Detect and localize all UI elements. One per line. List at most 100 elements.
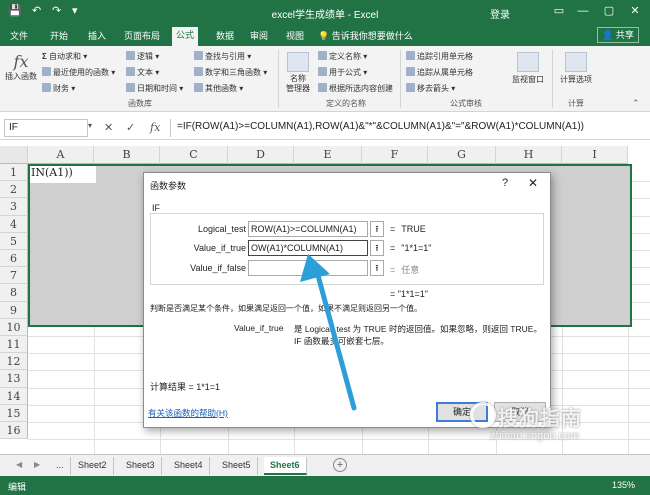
cancel-icon[interactable]: ✕: [104, 121, 113, 134]
row-header[interactable]: 6: [0, 250, 28, 268]
datetime-button[interactable]: 日期和时间 ▾: [126, 83, 183, 94]
row-header[interactable]: 14: [0, 387, 28, 405]
remove-arrows-button[interactable]: 移去箭头 ▾: [406, 83, 455, 94]
fx-icon[interactable]: fx: [150, 121, 160, 134]
sheet-tab[interactable]: Sheet2: [72, 457, 114, 475]
insert-function-button[interactable]: fx 插入函数: [4, 52, 38, 82]
column-header[interactable]: C: [160, 146, 228, 164]
function-help-link[interactable]: 有关该函数的帮助(H): [148, 407, 228, 419]
logical-test-input[interactable]: ROW(A1)>=COLUMN(A1): [248, 221, 368, 237]
sheet-tab-bar: ◀ ▶ ... Sheet2 Sheet3 Sheet4 Sheet5 Shee…: [0, 454, 650, 476]
collapse-ribbon-icon[interactable]: ⌃: [632, 98, 640, 109]
sheet-tab[interactable]: Sheet4: [168, 457, 210, 475]
column-header[interactable]: F: [362, 146, 428, 164]
namebox-dropdown-icon[interactable]: ▾: [88, 121, 92, 130]
tab-formulas[interactable]: 公式: [172, 27, 199, 46]
autosum-button[interactable]: Σ 自动求和 ▾: [42, 51, 87, 62]
tell-me-search[interactable]: 💡 告诉我你想要做什么: [318, 29, 413, 42]
text-button[interactable]: 文本 ▾: [126, 67, 159, 78]
math-button[interactable]: 数学和三角函数 ▾: [194, 67, 267, 78]
sheet-tab[interactable]: Sheet5: [216, 457, 258, 475]
name-manager-button[interactable]: 名称 管理器: [282, 52, 314, 94]
row-header[interactable]: 7: [0, 267, 28, 285]
value-if-false-input[interactable]: [248, 260, 368, 276]
add-sheet-icon[interactable]: +: [333, 458, 347, 472]
column-header[interactable]: I: [562, 146, 628, 164]
watch-window-button[interactable]: 监视窗口: [508, 52, 548, 85]
prev-sheet-icon[interactable]: ◀: [16, 460, 22, 469]
share-button[interactable]: 👤 共享: [597, 27, 639, 43]
cell-a1[interactable]: IN(A1)): [30, 166, 96, 183]
collapse-dialog-icon[interactable]: ⭱: [370, 240, 384, 256]
login-link[interactable]: 登录: [490, 6, 510, 21]
sheet-tab[interactable]: Sheet3: [120, 457, 162, 475]
select-all-corner[interactable]: [0, 146, 28, 164]
recent-functions-button[interactable]: 最近使用的函数 ▾: [42, 67, 115, 78]
row-header[interactable]: 9: [0, 301, 28, 319]
maximize-icon[interactable]: ▢: [598, 3, 620, 19]
logical-button[interactable]: 逻辑 ▾: [126, 51, 159, 62]
tab-file[interactable]: 文件: [6, 28, 32, 46]
other-functions-button[interactable]: 其他函数 ▾: [194, 83, 243, 94]
use-in-formula-button[interactable]: 用于公式 ▾: [318, 67, 367, 78]
zoom-level[interactable]: 135%: [612, 480, 635, 490]
tab-home[interactable]: 开始: [46, 28, 72, 46]
close-dialog-icon[interactable]: ✕: [528, 176, 538, 190]
function-arguments-dialog: 函数参数 ? ✕ IF Logical_test ROW(A1)>=COLUMN…: [143, 172, 551, 428]
row-header[interactable]: 5: [0, 232, 28, 250]
tab-data[interactable]: 数据: [212, 28, 238, 46]
row-header[interactable]: 3: [0, 198, 28, 216]
use-in-formula-label: 用于公式: [329, 68, 361, 77]
book-icon: [126, 51, 135, 60]
create-from-selection-button[interactable]: 根据所选内容创建: [318, 83, 393, 94]
other-label: 其他函数: [205, 84, 237, 93]
next-sheet-icon[interactable]: ▶: [34, 460, 40, 469]
book-icon: [42, 83, 51, 92]
row-header[interactable]: 1: [0, 164, 28, 182]
sheet-tab-more[interactable]: ...: [50, 457, 71, 475]
row-header[interactable]: 4: [0, 215, 28, 233]
calc-options-button[interactable]: 计算选项: [556, 52, 596, 85]
row-header[interactable]: 12: [0, 353, 28, 371]
equals-sign: =: [390, 265, 396, 275]
group-separator: [552, 50, 553, 108]
financial-button[interactable]: 财务 ▾: [42, 83, 75, 94]
column-header[interactable]: H: [496, 146, 562, 164]
column-header[interactable]: G: [428, 146, 496, 164]
name-manager-icon: [287, 52, 309, 72]
row-header[interactable]: 8: [0, 284, 28, 302]
trace-precedents-button[interactable]: 追踪引用单元格: [406, 51, 473, 62]
group-separator: [278, 50, 279, 108]
name-box[interactable]: IF: [4, 119, 88, 137]
collapse-dialog-icon[interactable]: ⭱: [370, 260, 384, 276]
watermark-sub: zhinan.sogou.com: [490, 430, 580, 442]
minimize-icon[interactable]: —: [572, 3, 594, 19]
ribbon-display-icon[interactable]: ▭: [548, 3, 570, 19]
column-header[interactable]: E: [294, 146, 362, 164]
close-icon[interactable]: ✕: [624, 3, 646, 19]
sheet-tab-active[interactable]: Sheet6: [264, 457, 307, 475]
row-header[interactable]: 16: [0, 422, 28, 440]
tab-view[interactable]: 视图: [282, 28, 308, 46]
column-header[interactable]: D: [228, 146, 294, 164]
column-header[interactable]: B: [94, 146, 160, 164]
row-header[interactable]: 10: [0, 318, 28, 336]
row-header[interactable]: 13: [0, 370, 28, 388]
enter-icon[interactable]: ✓: [126, 121, 135, 134]
tab-page-layout[interactable]: 页面布局: [120, 28, 164, 46]
row-header[interactable]: 11: [0, 336, 28, 354]
define-name-button[interactable]: 定义名称 ▾: [318, 51, 367, 62]
formula-input[interactable]: =IF(ROW(A1)>=COLUMN(A1),ROW(A1)&"*"&COLU…: [170, 119, 646, 137]
collapse-dialog-icon[interactable]: ⭱: [370, 221, 384, 237]
trace-precedents-label: 追踪引用单元格: [417, 52, 473, 61]
tab-insert[interactable]: 插入: [84, 28, 110, 46]
tab-review[interactable]: 审阅: [246, 28, 272, 46]
column-header[interactable]: A: [28, 146, 94, 164]
value-if-true-input[interactable]: OW(A1)*COLUMN(A1): [248, 240, 368, 256]
row-header[interactable]: 2: [0, 181, 28, 199]
help-icon[interactable]: ?: [502, 177, 508, 189]
lookup-button[interactable]: 查找与引用 ▾: [194, 51, 251, 62]
book-icon: [126, 67, 135, 76]
trace-dependents-button[interactable]: 追踪从属单元格: [406, 67, 473, 78]
row-header[interactable]: 15: [0, 404, 28, 422]
